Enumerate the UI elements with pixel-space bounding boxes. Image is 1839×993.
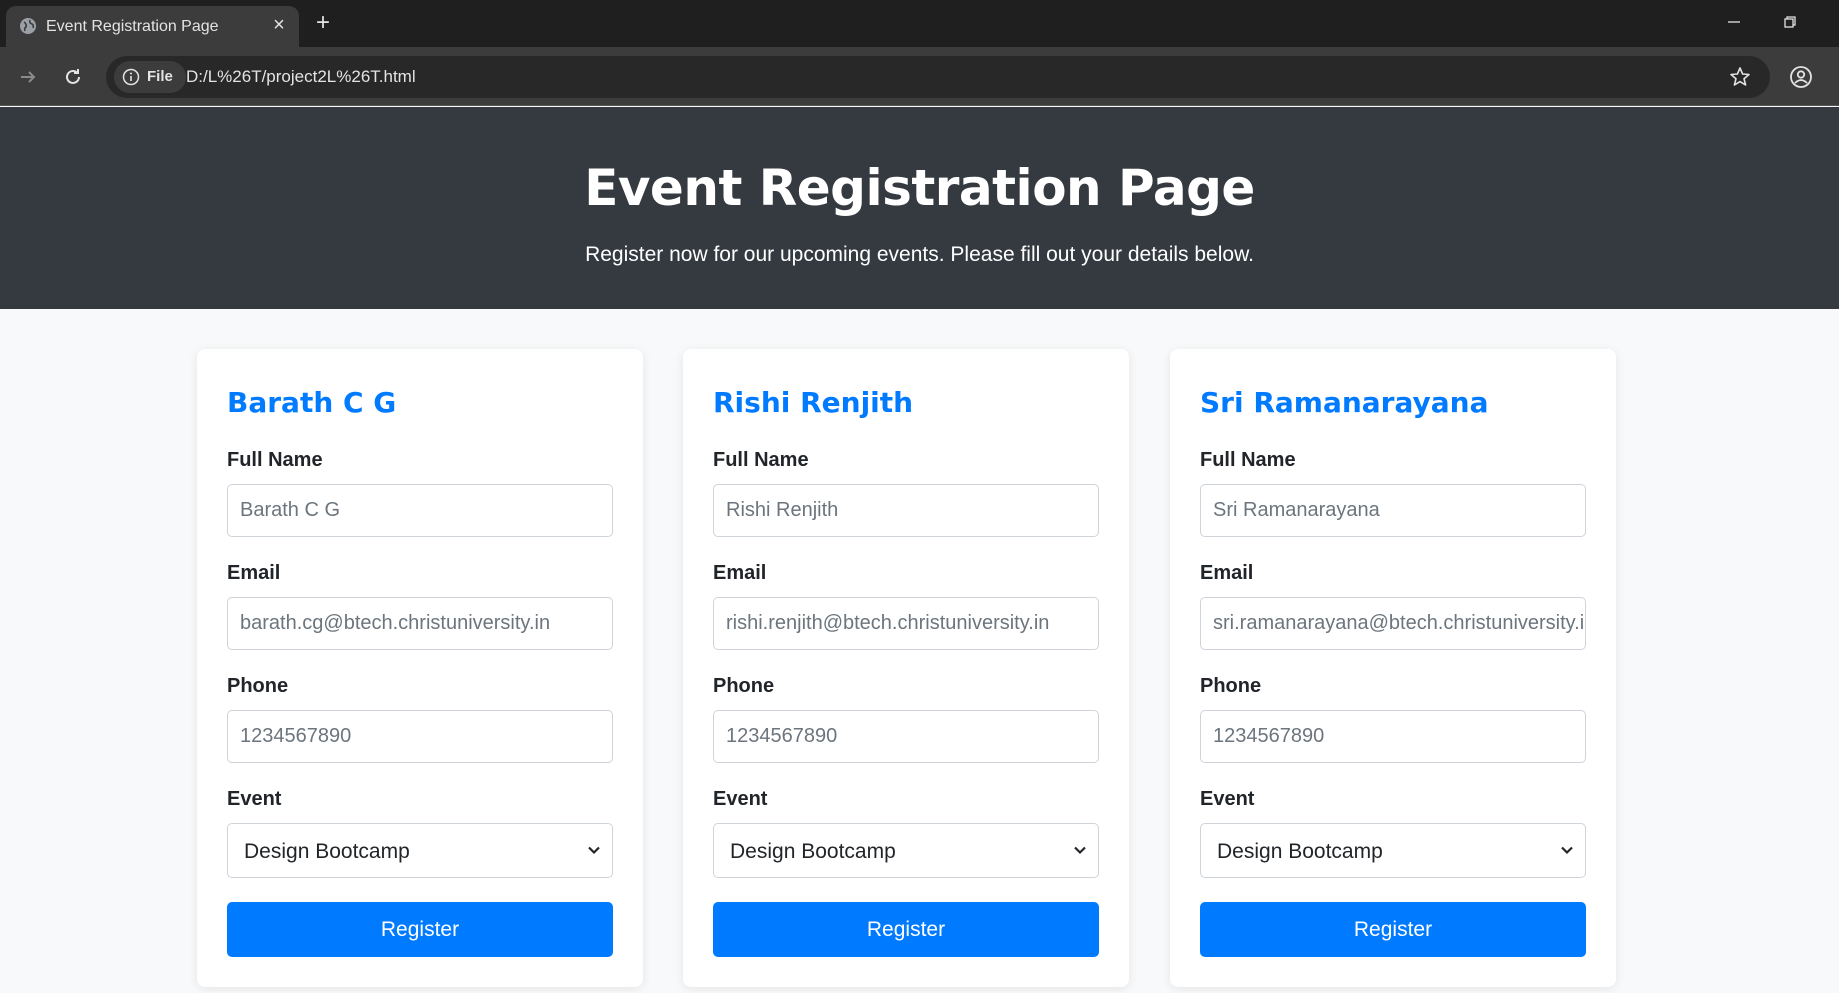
minimize-icon[interactable] — [1720, 8, 1748, 36]
email-label: Email — [1200, 562, 1254, 584]
forward-icon[interactable] — [14, 63, 42, 91]
phone-label: Phone — [713, 675, 775, 697]
info-icon — [122, 68, 140, 86]
full-name-input[interactable]: Rishi Renjith — [713, 484, 1099, 537]
profile-icon[interactable] — [1788, 64, 1814, 90]
email-input[interactable]: barath.cg@btech.christuniversity.in — [227, 597, 613, 650]
chevron-down-icon — [588, 846, 600, 855]
chevron-down-icon — [1561, 846, 1573, 855]
restore-icon[interactable] — [1776, 8, 1804, 36]
browser-toolbar: File D:/L%26T/project2L%26T.html — [0, 47, 1839, 106]
site-info-chip[interactable]: File — [114, 61, 186, 93]
full-name-label: Full Name — [1200, 449, 1296, 471]
plus-icon[interactable]: + — [310, 10, 336, 36]
browser-tab-bar: Event Registration Page × + — [0, 0, 1839, 47]
event-select-value: Design Bootcamp — [1217, 840, 1383, 863]
registration-card: Barath C G Full Name Barath C G Email ba… — [197, 349, 643, 987]
email-input[interactable]: rishi.renjith@btech.christuniversity.in — [713, 597, 1099, 650]
register-button[interactable]: Register — [227, 902, 613, 957]
event-select[interactable]: Design Bootcamp — [227, 823, 613, 878]
event-label: Event — [227, 788, 282, 810]
reload-icon[interactable] — [59, 63, 87, 91]
tab-title: Event Registration Page — [46, 18, 219, 35]
address-bar[interactable]: File D:/L%26T/project2L%26T.html — [106, 56, 1770, 98]
page-subtitle: Register now for our upcoming events. Pl… — [585, 243, 1254, 266]
registration-card: Rishi Renjith Full Name Rishi Renjith Em… — [683, 349, 1129, 987]
phone-input[interactable]: 1234567890 — [1200, 710, 1586, 763]
registration-card: Sri Ramanarayana Full Name Sri Ramanaray… — [1170, 349, 1616, 987]
card-title: Sri Ramanarayana — [1200, 386, 1489, 419]
chevron-down-icon — [1074, 846, 1086, 855]
full-name-input[interactable]: Barath C G — [227, 484, 613, 537]
chip-label: File — [147, 68, 173, 85]
card-title: Barath C G — [227, 386, 397, 419]
full-name-label: Full Name — [227, 449, 323, 471]
full-name-input[interactable]: Sri Ramanarayana — [1200, 484, 1586, 537]
phone-label: Phone — [227, 675, 289, 697]
url-text[interactable]: D:/L%26T/project2L%26T.html — [186, 67, 416, 87]
page-title: Event Registration Page — [584, 159, 1255, 217]
register-button[interactable]: Register — [713, 902, 1099, 957]
event-select-value: Design Bootcamp — [244, 840, 410, 863]
email-label: Email — [713, 562, 767, 584]
email-label: Email — [227, 562, 281, 584]
event-label: Event — [713, 788, 768, 810]
event-label: Event — [1200, 788, 1255, 810]
event-select-value: Design Bootcamp — [730, 840, 896, 863]
register-button[interactable]: Register — [1200, 902, 1586, 957]
card-title: Rishi Renjith — [713, 386, 914, 419]
phone-label: Phone — [1200, 675, 1262, 697]
close-icon[interactable]: × — [268, 14, 290, 36]
phone-input[interactable]: 1234567890 — [713, 710, 1099, 763]
page-header: Event Registration Page Register now for… — [0, 107, 1839, 309]
full-name-label: Full Name — [713, 449, 809, 471]
star-icon[interactable] — [1728, 65, 1752, 89]
globe-icon — [20, 18, 36, 34]
email-input[interactable]: sri.ramanarayana@btech.christuniversity.… — [1200, 597, 1586, 650]
phone-input[interactable]: 1234567890 — [227, 710, 613, 763]
event-select[interactable]: Design Bootcamp — [1200, 823, 1586, 878]
event-select[interactable]: Design Bootcamp — [713, 823, 1099, 878]
browser-tab[interactable]: Event Registration Page × — [6, 6, 299, 47]
